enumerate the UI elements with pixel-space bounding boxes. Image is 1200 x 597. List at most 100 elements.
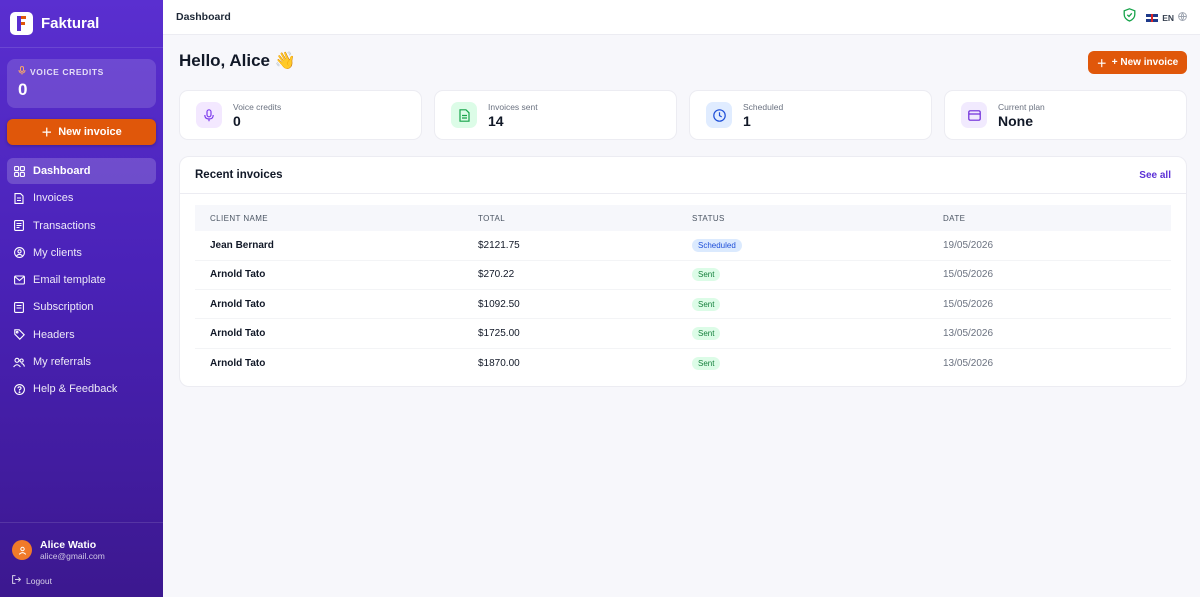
language-selector[interactable]: EN (1146, 12, 1187, 23)
user-email: alice@gmail.com (40, 551, 105, 561)
dashboard-icon (13, 165, 25, 177)
status-badge: Scheduled (692, 238, 742, 252)
sidebar-nav: Dashboard Invoices Transactions My clien… (0, 158, 163, 402)
topbar: Dashboard EN (163, 0, 1200, 35)
invoice-date: 15/05/2026 (928, 260, 1171, 291)
new-invoice-button[interactable]: ＋ + New invoice (1088, 51, 1187, 74)
shield-check-icon[interactable] (1123, 8, 1136, 27)
card-icon (961, 102, 987, 128)
sidebar-item-label: Help & Feedback (33, 383, 118, 396)
sidebar-item-help-feedback[interactable]: Help & Feedback (7, 376, 156, 402)
stat-label: Invoices sent (488, 101, 538, 112)
column-header-status: STATUS (692, 213, 725, 223)
table-row[interactable]: Jean Bernard $2121.75 Scheduled 19/05/20… (195, 231, 1171, 261)
table-row[interactable]: Arnold Tato $1725.00 Sent 13/05/2026 (195, 318, 1171, 349)
invoices-table: CLIENT NAME TOTAL STATUS DATE Jean Berna… (195, 205, 1171, 377)
sidebar-footer: Alice Watio alice@gmail.com Logout (0, 522, 163, 586)
main-content: Hello, Alice 👋 ＋ + New invoice Voice cre… (163, 35, 1200, 597)
greeting: Hello, Alice 👋 (179, 51, 296, 70)
stat-value: 1 (743, 112, 751, 129)
stat-value: 14 (488, 112, 504, 129)
referrals-icon (13, 356, 25, 368)
recent-invoices-card: Recent invoices See all CLIENT NAME TOTA… (179, 156, 1187, 387)
invoice-total: $1092.50 (463, 289, 677, 320)
status-badge: Sent (692, 327, 721, 341)
status-badge: Sent (692, 297, 721, 311)
card-icon (13, 301, 25, 313)
sidebar-item-dashboard[interactable]: Dashboard (7, 158, 156, 184)
globe-icon (1178, 12, 1187, 23)
sidebar-item-label: Invoices (33, 192, 74, 205)
help-icon (13, 383, 25, 395)
brand[interactable]: Faktural (0, 0, 163, 48)
sidebar-item-email-template[interactable]: Email template (7, 267, 156, 293)
invoice-date: 15/05/2026 (928, 289, 1171, 320)
stat-value: 0 (233, 112, 241, 129)
logout-label: Logout (26, 575, 52, 586)
stat-value: None (998, 112, 1033, 129)
sidebar-item-my-referrals[interactable]: My referrals (7, 349, 156, 375)
sidebar-item-label: Headers (33, 328, 75, 341)
new-invoice-button-sidebar[interactable]: ＋ New invoice (7, 119, 156, 145)
sidebar-item-label: Subscription (33, 301, 94, 314)
sidebar-item-label: Dashboard (33, 165, 91, 177)
sidebar: Faktural VOICE CREDITS 0 ＋ New invoice D… (0, 0, 163, 597)
new-invoice-label: New invoice (58, 126, 122, 138)
client-name: Jean Bernard (195, 231, 463, 261)
mail-icon (13, 274, 25, 286)
stats-row: Voice credits 0 Invoices sent 14 Schedul… (179, 90, 1187, 140)
invoice-date: 13/05/2026 (928, 318, 1171, 349)
user-name: Alice Watio (40, 539, 97, 551)
column-header-client: CLIENT NAME (210, 213, 269, 223)
see-all-link[interactable]: See all (1139, 170, 1171, 181)
voice-credits-value: 0 (18, 80, 28, 99)
stat-label: Scheduled (743, 101, 784, 112)
mic-icon (18, 66, 26, 77)
table-row[interactable]: Arnold Tato $270.22 Sent 15/05/2026 (195, 260, 1171, 291)
status-badge: Sent (692, 356, 721, 370)
sidebar-item-my-clients[interactable]: My clients (7, 240, 156, 266)
table-row[interactable]: Arnold Tato $1092.50 Sent 15/05/2026 (195, 289, 1171, 320)
invoice-total: $2121.75 (463, 231, 677, 261)
mic-icon (196, 102, 222, 128)
sidebar-item-subscription[interactable]: Subscription (7, 294, 156, 320)
voice-credits-label: VOICE CREDITS (30, 66, 104, 77)
table-row[interactable]: Arnold Tato $1870.00 Sent 13/05/2026 (195, 348, 1171, 377)
sidebar-item-transactions[interactable]: Transactions (7, 213, 156, 239)
table-header-row: CLIENT NAME TOTAL STATUS DATE (195, 205, 1171, 231)
tag-icon (13, 329, 25, 341)
new-invoice-label: + New invoice (1111, 57, 1179, 68)
recent-invoices-title: Recent invoices (195, 169, 283, 181)
sidebar-item-headers[interactable]: Headers (7, 322, 156, 348)
plus-icon: ＋ (41, 127, 53, 139)
user-profile[interactable]: Alice Watio alice@gmail.com (0, 523, 163, 561)
sidebar-item-invoices[interactable]: Invoices (7, 185, 156, 211)
document-icon (451, 102, 477, 128)
avatar (12, 540, 32, 560)
stat-card-scheduled: Scheduled 1 (689, 90, 932, 140)
uk-flag-icon (1146, 13, 1159, 22)
client-name: Arnold Tato (210, 357, 266, 369)
app-name: Faktural (41, 15, 100, 32)
invoice-icon (13, 192, 25, 204)
invoice-total: $1870.00 (478, 357, 520, 369)
voice-credits-card: VOICE CREDITS 0 (7, 59, 156, 108)
invoice-date: 13/05/2026 (943, 357, 994, 369)
logout-button[interactable]: Logout (0, 561, 163, 586)
sidebar-item-label: My clients (33, 246, 82, 259)
clients-icon (13, 247, 25, 259)
plus-icon: ＋ (1096, 59, 1107, 70)
column-header-date: DATE (943, 213, 966, 223)
stat-label: Current plan (998, 101, 1045, 112)
logout-icon (12, 575, 22, 586)
stat-card-current-plan: Current plan None (944, 90, 1187, 140)
invoice-date: 19/05/2026 (928, 231, 1171, 261)
stat-card-voice-credits: Voice credits 0 (179, 90, 422, 140)
sidebar-item-label: Email template (33, 274, 106, 287)
column-header-total: TOTAL (478, 213, 506, 223)
clock-icon (706, 102, 732, 128)
stat-label: Voice credits (233, 101, 282, 112)
invoice-total: $1725.00 (463, 318, 677, 349)
client-name: Arnold Tato (195, 318, 463, 349)
client-name: Arnold Tato (195, 260, 463, 291)
